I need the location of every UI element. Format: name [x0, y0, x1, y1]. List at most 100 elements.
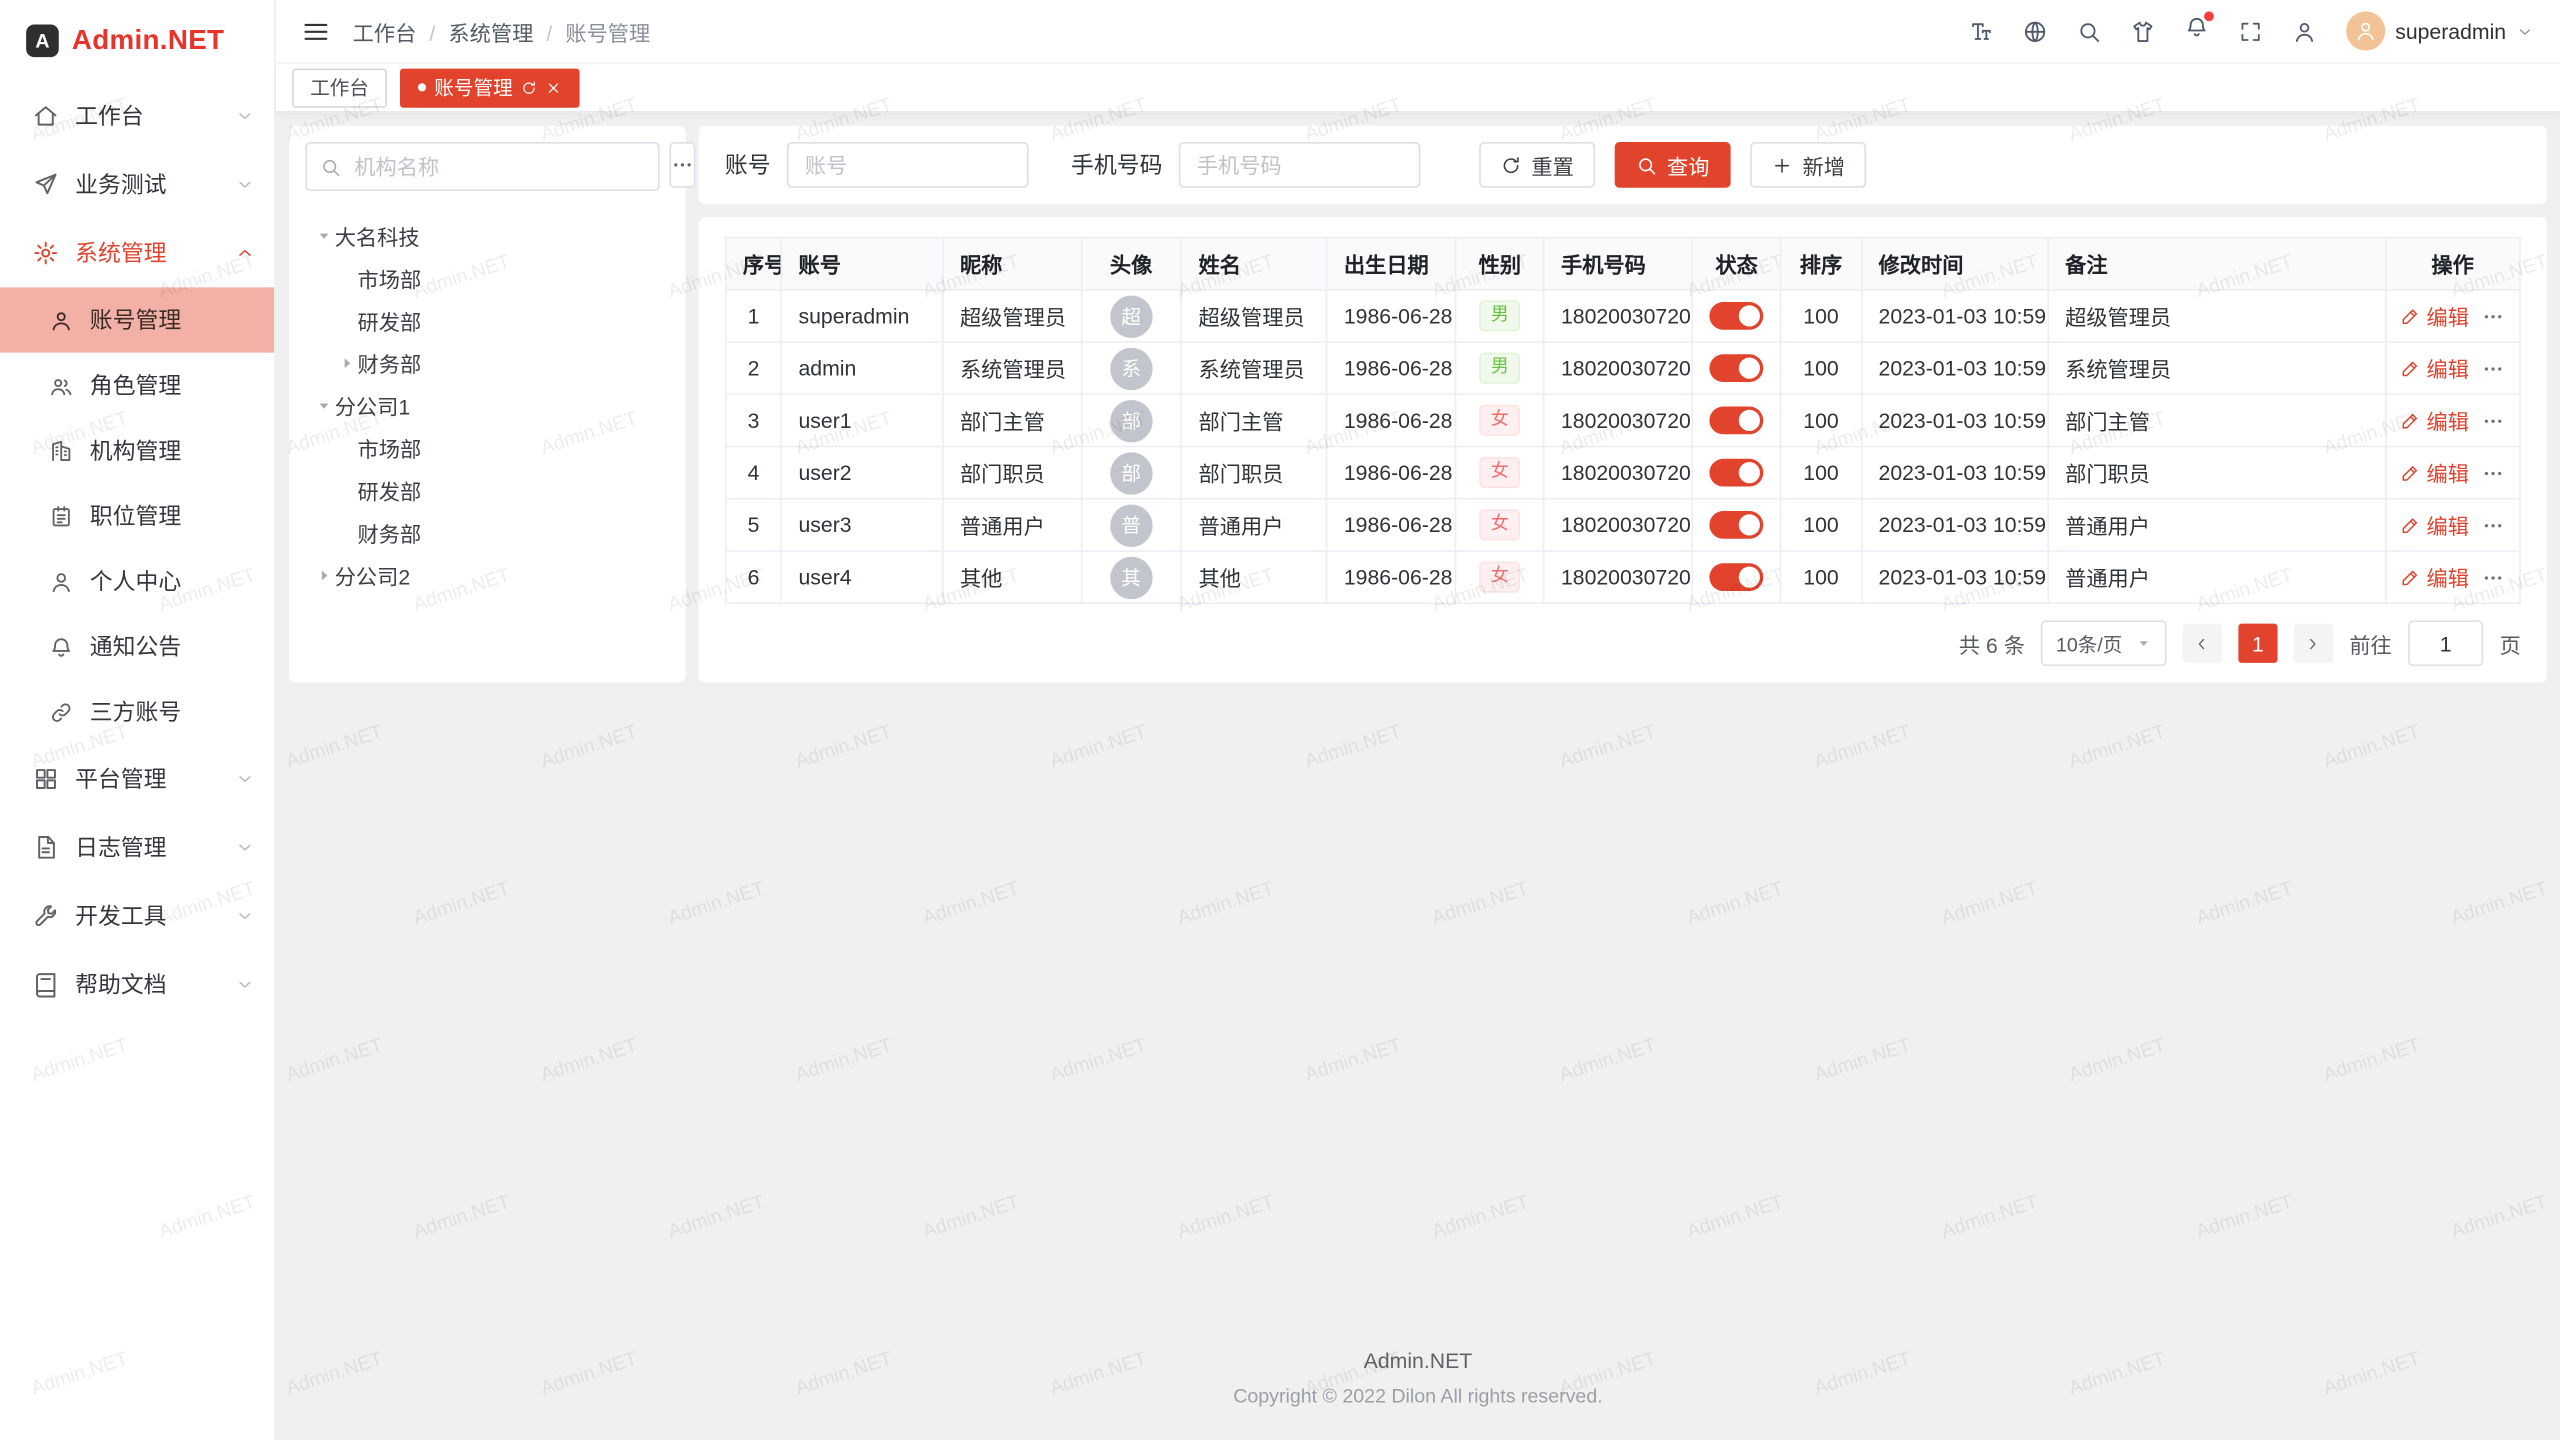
cell-gender: 女: [1456, 499, 1544, 551]
tree-node-2[interactable]: 研发部: [305, 299, 669, 341]
tab-account-management[interactable]: 账号管理: [400, 68, 580, 107]
active-tab-dot: [418, 83, 426, 91]
edit-button[interactable]: 编辑: [2400, 509, 2469, 540]
page-size-select[interactable]: 10条/页: [2041, 620, 2166, 666]
next-page-button[interactable]: [2294, 624, 2333, 663]
tree-node-8[interactable]: 分公司2: [305, 553, 669, 595]
breadcrumb-item-workbench[interactable]: 工作台: [353, 16, 417, 47]
sidebar-item-org-management[interactable]: 机构管理: [0, 418, 274, 483]
goto-page-input[interactable]: [2408, 620, 2483, 666]
cell-birthday: 1986-06-28: [1327, 290, 1456, 342]
column-header-4: 姓名: [1181, 238, 1326, 290]
sidebar-item-label: 工作台: [75, 100, 235, 133]
more-actions-button[interactable]: [2482, 409, 2505, 432]
reset-button[interactable]: 重置: [1479, 142, 1595, 188]
edit-button[interactable]: 编辑: [2400, 457, 2469, 488]
prev-page-button[interactable]: [2183, 624, 2222, 663]
tree-node-3[interactable]: 财务部: [305, 341, 669, 383]
language-icon[interactable]: [2023, 19, 2047, 43]
status-toggle[interactable]: [1710, 302, 1764, 330]
cell-account: user3: [781, 499, 942, 551]
status-toggle[interactable]: [1710, 511, 1764, 539]
caret-right-icon: [335, 351, 358, 374]
org-more-button[interactable]: [669, 142, 695, 188]
sidebar-item-help-docs[interactable]: 帮助文档: [0, 950, 274, 1019]
cell-account: user2: [781, 447, 942, 499]
cell-actions: 编辑: [2385, 342, 2520, 394]
user-menu[interactable]: superadmin: [2346, 11, 2534, 50]
sidebar-item-platform-management[interactable]: 平台管理: [0, 744, 274, 813]
status-toggle[interactable]: [1710, 459, 1764, 487]
app-logo[interactable]: A Admin.NET: [0, 0, 274, 82]
cell-nickname: 部门职员: [943, 447, 1081, 499]
cell-name: 超级管理员: [1181, 290, 1326, 342]
sidebar-item-third-party-account[interactable]: 三方账号: [0, 679, 274, 744]
sidebar-item-business-test[interactable]: 业务测试: [0, 150, 274, 219]
sidebar-item-log-management[interactable]: 日志管理: [0, 813, 274, 882]
status-toggle[interactable]: [1710, 563, 1764, 591]
sidebar-item-workbench[interactable]: 工作台: [0, 82, 274, 151]
sidebar: A Admin.NET 工作台业务测试系统管理账号管理角色管理机构管理职位管理个…: [0, 0, 276, 1440]
page-1-button[interactable]: 1: [2238, 624, 2277, 663]
sidebar-item-notice-announcement[interactable]: 通知公告: [0, 614, 274, 679]
more-actions-button[interactable]: [2482, 304, 2505, 327]
cell-phone: 18020030720: [1544, 342, 1693, 394]
refresh-tab-icon[interactable]: [521, 79, 537, 95]
status-toggle[interactable]: [1710, 354, 1764, 382]
sidebar-item-account-management[interactable]: 账号管理: [0, 287, 274, 352]
edit-button[interactable]: 编辑: [2400, 353, 2469, 384]
tree-node-5[interactable]: 市场部: [305, 426, 669, 468]
fullscreen-icon[interactable]: [2238, 19, 2262, 43]
edit-button[interactable]: 编辑: [2400, 562, 2469, 593]
sidebar-item-label: 个人中心: [90, 565, 255, 598]
tree-node-1[interactable]: 市场部: [305, 256, 669, 298]
account-input[interactable]: [787, 142, 1029, 188]
column-header-8: 状态: [1693, 238, 1781, 290]
font-size-icon[interactable]: [1969, 19, 1993, 43]
sidebar-item-label: 平台管理: [75, 762, 235, 795]
sidebar-item-position-management[interactable]: 职位管理: [0, 483, 274, 548]
edit-button[interactable]: 编辑: [2400, 300, 2469, 331]
search-button[interactable]: 查询: [1615, 142, 1731, 188]
theme-icon[interactable]: [2131, 19, 2155, 43]
cell-sort: 100: [1781, 394, 1862, 446]
search-icon[interactable]: [2077, 19, 2101, 43]
more-actions-button[interactable]: [2482, 357, 2505, 380]
chevron-right-icon: [2304, 634, 2322, 652]
more-actions-button[interactable]: [2482, 513, 2505, 536]
tab-label: 工作台: [310, 73, 369, 101]
sidebar-item-system-management[interactable]: 系统管理: [0, 219, 274, 288]
cell-nickname: 其他: [943, 551, 1081, 603]
org-search-box: [305, 142, 659, 191]
more-actions-button[interactable]: [2482, 461, 2505, 484]
add-button[interactable]: 新增: [1750, 142, 1866, 188]
tab-workbench[interactable]: 工作台: [292, 68, 387, 107]
breadcrumb-item-system-management[interactable]: 系统管理: [416, 16, 533, 47]
viewport: A Admin.NET 工作台业务测试系统管理账号管理角色管理机构管理职位管理个…: [0, 0, 2560, 1440]
edit-button[interactable]: 编辑: [2400, 405, 2469, 436]
status-toggle[interactable]: [1710, 407, 1764, 435]
close-tab-icon[interactable]: [545, 79, 561, 95]
menu-collapse-icon[interactable]: [302, 17, 330, 45]
tree-node-0[interactable]: 大名科技: [305, 214, 669, 256]
org-tree: 大名科技市场部研发部财务部分公司1市场部研发部财务部分公司2: [305, 214, 669, 596]
sidebar-item-personal-center[interactable]: 个人中心: [0, 549, 274, 614]
sidebar-item-dev-tools[interactable]: 开发工具: [0, 882, 274, 951]
phone-input[interactable]: [1179, 142, 1421, 188]
cell-gender: 男: [1456, 342, 1544, 394]
pagination-total: 共 6 条: [1959, 628, 2025, 659]
tree-node-4[interactable]: 分公司1: [305, 384, 669, 426]
org-search-input[interactable]: [351, 153, 645, 181]
cell-name: 部门主管: [1181, 394, 1326, 446]
more-actions-button[interactable]: [2482, 566, 2505, 589]
account-filter-group: 账号: [725, 142, 1029, 188]
tree-node-6[interactable]: 研发部: [305, 469, 669, 511]
tree-caret-spacer: [335, 478, 358, 501]
user-avatar: [2346, 11, 2385, 50]
notifications-button[interactable]: [2185, 15, 2209, 48]
tree-node-label: 研发部: [358, 304, 422, 335]
sidebar-item-role-management[interactable]: 角色管理: [0, 353, 274, 418]
cell-remark: 系统管理员: [2048, 342, 2385, 394]
profile-icon[interactable]: [2292, 19, 2316, 43]
tree-node-7[interactable]: 财务部: [305, 511, 669, 553]
